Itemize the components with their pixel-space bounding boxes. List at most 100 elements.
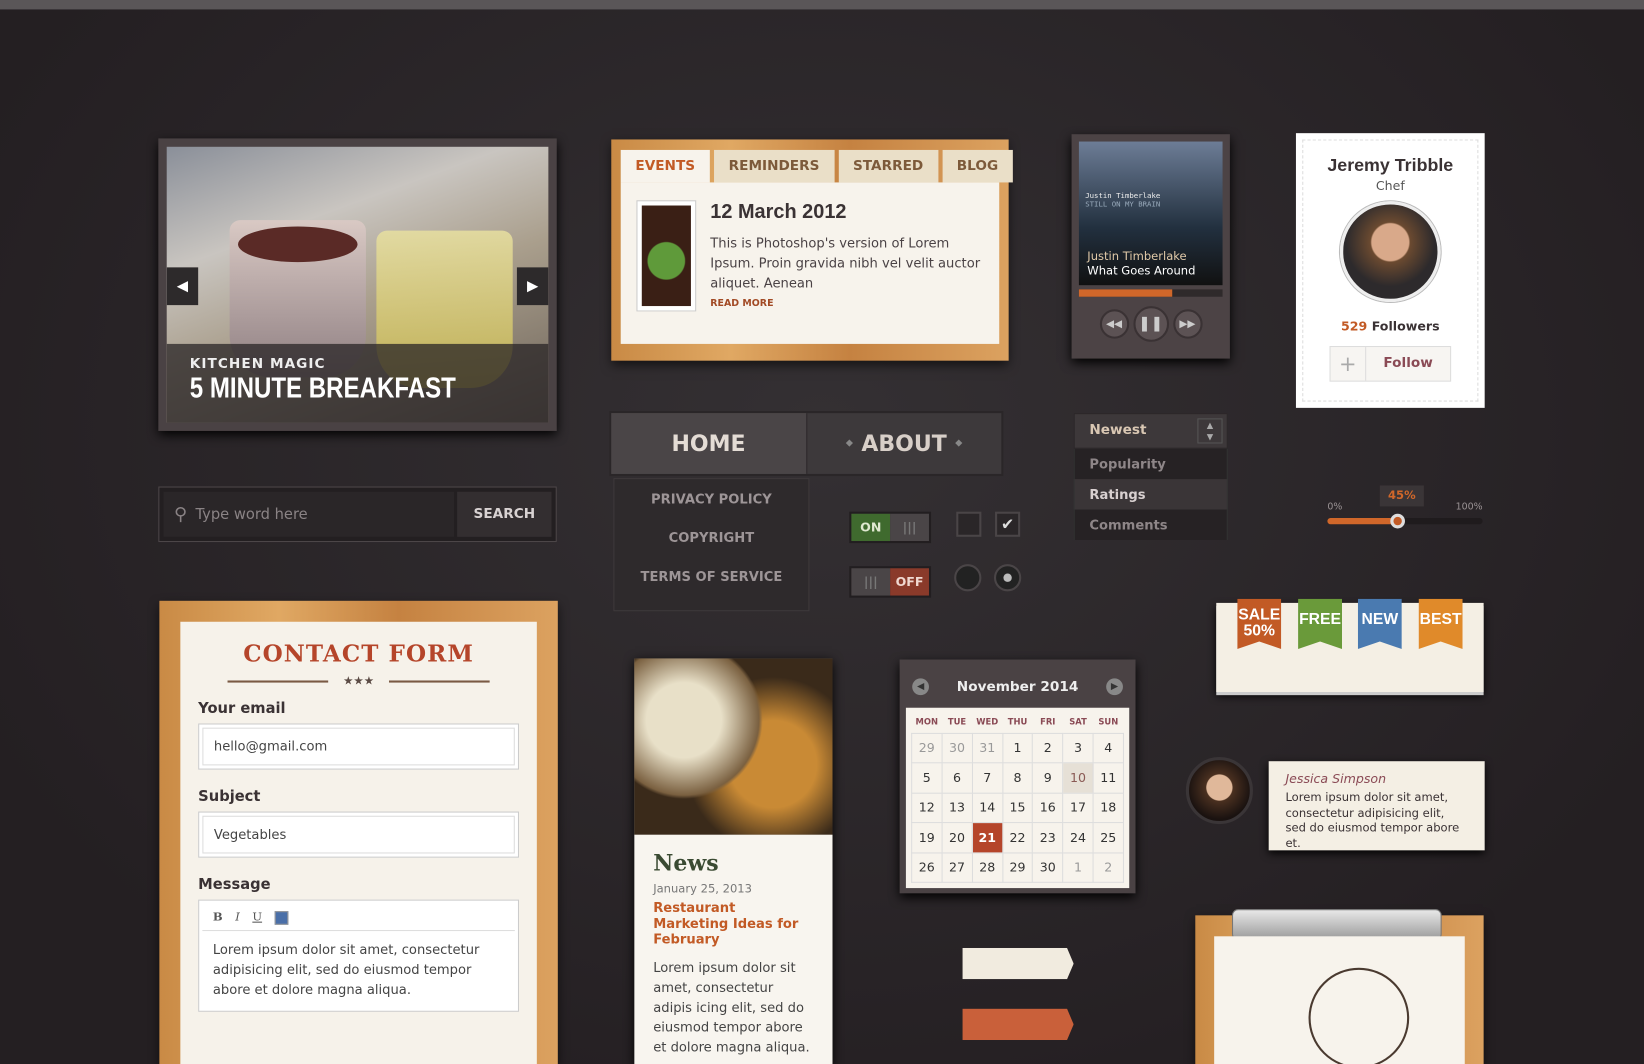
bold-button[interactable]: B [213, 910, 223, 924]
calendar-day[interactable]: 6 [941, 762, 973, 794]
calendar-day[interactable]: 2 [1032, 732, 1064, 764]
diamond-icon: ◆ [845, 438, 853, 449]
toggle-off[interactable]: ||| OFF [849, 566, 932, 598]
calendar-day[interactable]: 25 [1092, 822, 1124, 853]
fast-forward-icon[interactable]: ▶▶ [1172, 309, 1203, 339]
calendar-day[interactable]: 23 [1032, 822, 1064, 853]
calendar-day[interactable]: 19 [911, 822, 943, 853]
toggle-grip-icon: ||| [890, 513, 929, 542]
dropdown-option-comments[interactable]: Comments [1073, 509, 1228, 540]
profile-card: Jeremy Tribble Chef 529 Followers + Follo… [1295, 133, 1485, 408]
ribbon-sale: SALE 50% [1237, 598, 1282, 650]
calendar-day[interactable]: 21 [971, 822, 1003, 853]
chevron-right-icon[interactable]: ▶ [516, 267, 549, 306]
radio-unselected[interactable] [954, 564, 982, 592]
range-min-label: 0% [1327, 502, 1343, 513]
underline-button[interactable]: U [252, 910, 262, 924]
diamond-icon: ◆ [955, 438, 963, 449]
tab-starred[interactable]: STARRED [838, 149, 938, 183]
tab-blog[interactable]: BLOG [942, 149, 1013, 183]
follow-button[interactable]: + Follow [1329, 346, 1452, 382]
slide-image: ◀ ▶ KITCHEN MAGIC 5 MINUTE BREAKFAST [166, 146, 549, 423]
subject-label: Subject [198, 788, 261, 806]
calendar-day[interactable]: 10 [1062, 762, 1094, 794]
calendar-day[interactable]: 4 [1092, 732, 1124, 764]
dropdown-option-popularity[interactable]: Popularity [1073, 448, 1228, 480]
calendar-day[interactable]: 7 [971, 762, 1003, 794]
search-input[interactable]: ⚲ Type word here [163, 491, 455, 537]
calendar-day[interactable]: 29 [911, 732, 943, 764]
email-field[interactable]: hello@gmail.com [202, 727, 515, 766]
calendar-day[interactable]: 29 [1001, 851, 1034, 883]
calendar-day[interactable]: 16 [1032, 792, 1064, 824]
range-track[interactable] [1327, 517, 1483, 525]
event-text: This is Photoshop's version of Lorem Ips… [710, 234, 981, 291]
italic-button[interactable]: I [235, 910, 240, 924]
dropdown-option-ratings[interactable]: Ratings [1073, 479, 1228, 510]
calendar-day[interactable]: 3 [1062, 732, 1094, 764]
search-icon: ⚲ [174, 503, 188, 525]
calendar-day[interactable]: 28 [971, 851, 1003, 883]
chevron-left-icon[interactable]: ◀ [166, 267, 199, 306]
calendar-day[interactable]: 22 [1001, 822, 1034, 853]
calendar-day[interactable]: 2 [1092, 851, 1124, 883]
calendar-day[interactable]: 15 [1001, 792, 1034, 824]
nav-about[interactable]: ◆ ABOUT ◆ [807, 413, 1001, 474]
tab-events[interactable]: EVENTS [620, 149, 710, 183]
calendar-day[interactable]: 27 [941, 851, 973, 883]
calendar: ◀ November 2014 ▶ MON TUE WED THU FRI SAT SUN 29 3… [899, 659, 1136, 894]
calendar-day[interactable]: 30 [1032, 851, 1064, 883]
calendar-day[interactable]: 30 [941, 732, 973, 764]
pause-icon[interactable]: ❚❚ [1132, 306, 1169, 342]
calendar-day[interactable]: 12 [911, 792, 943, 824]
search-button[interactable]: SEARCH [457, 491, 552, 537]
color-picker-icon[interactable] [274, 910, 289, 925]
submenu-copyright[interactable]: COPYRIGHT [614, 518, 808, 557]
range-handle[interactable] [1389, 513, 1405, 529]
calendar-day[interactable]: 1 [1001, 732, 1034, 764]
email-label: Your email [198, 700, 286, 718]
radio-selected[interactable] [993, 564, 1022, 592]
read-more-link[interactable]: READ MORE [710, 299, 982, 309]
track-progress[interactable] [1078, 289, 1223, 297]
subject-field[interactable]: Vegetables [202, 815, 515, 854]
checkbox-unchecked[interactable] [956, 511, 982, 537]
weekday-header: FRI [1040, 717, 1056, 727]
calendar-day[interactable]: 17 [1062, 792, 1094, 824]
calendar-day[interactable]: 31 [971, 732, 1003, 764]
calendar-day[interactable]: 26 [911, 851, 943, 883]
checkbox-checked[interactable]: ✔ [995, 511, 1021, 537]
calendar-day[interactable]: 13 [941, 792, 973, 824]
clipboard-card [1195, 909, 1484, 1064]
calendar-day[interactable]: 8 [1001, 762, 1034, 794]
rewind-icon[interactable]: ◀◀ [1099, 309, 1129, 339]
track-artist: Justin Timberlake [1087, 249, 1187, 264]
dropdown-selected[interactable]: Newest ▲ ▼ [1073, 413, 1228, 449]
toggle-on[interactable]: ON ||| [849, 511, 932, 544]
main-nav: HOME ◆ ABOUT ◆ [609, 411, 1004, 477]
calendar-day[interactable]: 14 [971, 792, 1003, 824]
calendar-day[interactable]: 5 [911, 762, 943, 794]
calendar-day[interactable]: 24 [1062, 822, 1094, 853]
submenu-terms-of-service[interactable]: TERMS OF SERVICE [614, 557, 808, 596]
weekday-header: TUE [947, 717, 967, 727]
tab-reminders[interactable]: REMINDERS [713, 149, 835, 183]
message-field[interactable]: Lorem ipsum dolor sit amet, consectetur … [202, 931, 514, 1008]
calendar-day[interactable]: 18 [1092, 792, 1124, 824]
submenu-privacy-policy[interactable]: PRIVACY POLICY [614, 479, 808, 518]
nav-home[interactable]: HOME [611, 413, 807, 474]
event-thumbnail [637, 201, 696, 311]
calendar-day[interactable]: 11 [1092, 762, 1124, 794]
album-artist: Justin Timberlake [1085, 191, 1161, 201]
calendar-day[interactable]: 9 [1032, 762, 1064, 794]
commenter-avatar [1185, 757, 1253, 825]
toggle-on-label: ON [851, 513, 891, 542]
commenter-name: Jessica Simpson [1285, 771, 1387, 787]
top-bar [0, 0, 1644, 10]
chevron-left-icon[interactable]: ◀ [912, 678, 929, 696]
chevron-right-icon[interactable]: ▶ [1106, 678, 1123, 696]
calendar-day[interactable]: 1 [1062, 851, 1094, 883]
news-headline[interactable]: Restaurant Marketing Ideas for February [634, 895, 832, 957]
profile-role: Chef [1375, 178, 1405, 193]
calendar-day[interactable]: 20 [941, 822, 973, 853]
